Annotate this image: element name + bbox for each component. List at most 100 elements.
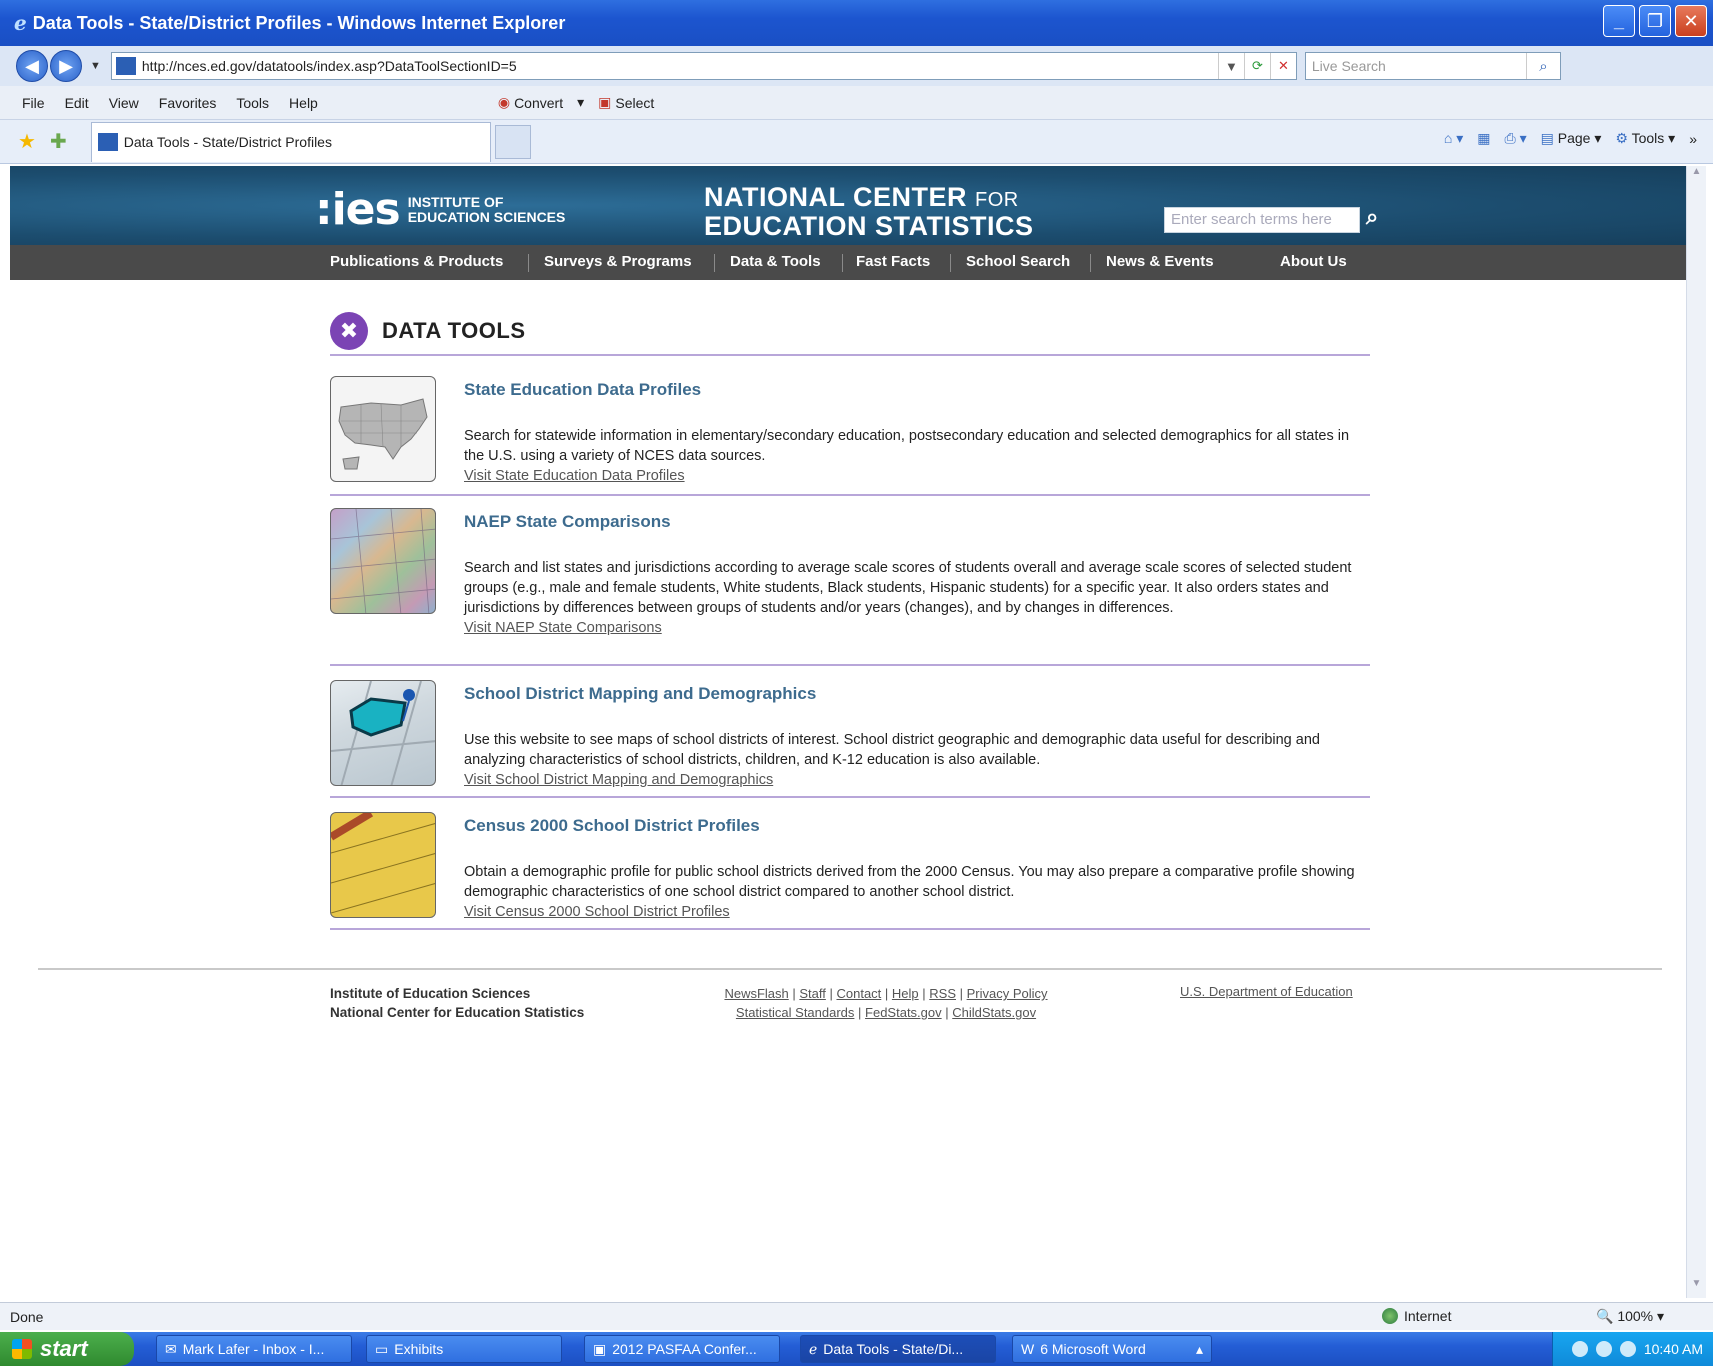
footer-link-newsflash[interactable]: NewsFlash (724, 986, 788, 1001)
taskbar-item-powerpoint[interactable]: ▣ 2012 PASFAA Confer... (584, 1335, 780, 1363)
tool-title[interactable]: NAEP State Comparisons (464, 512, 671, 532)
menu-help[interactable]: Help (289, 95, 318, 111)
network-icon[interactable] (1595, 1341, 1612, 1357)
volume-icon[interactable] (1619, 1341, 1636, 1357)
zoom-control[interactable]: 🔍 100% ▾ (1596, 1308, 1664, 1325)
menu-favorites[interactable]: Favorites (159, 95, 217, 111)
taskbar-item-exhibits[interactable]: ▭ Exhibits (366, 1335, 562, 1363)
nav-school-search[interactable]: School Search (966, 253, 1070, 270)
footer-link-fedstats[interactable]: FedStats.gov (865, 1005, 942, 1020)
gear-icon: ⚙ (1615, 130, 1628, 146)
vertical-scrollbar[interactable]: ▲ ▼ (1686, 166, 1706, 1298)
page-favicon-icon (115, 57, 136, 75)
footer-divider (38, 968, 1662, 970)
clock[interactable]: 10:40 AM (1644, 1341, 1703, 1357)
pdf-toolbar: ◉ Convert ▾ ▣ Select (498, 94, 668, 111)
nav-fast-facts[interactable]: Fast Facts (856, 253, 930, 270)
nav-publications[interactable]: Publications & Products (330, 253, 503, 270)
nces-logo[interactable]: NATIONAL CENTER FOR EDUCATION STATISTICS (704, 184, 1034, 240)
tab-data-tools[interactable]: Data Tools - State/District Profiles (90, 121, 491, 162)
tab-favicon-icon (97, 133, 118, 151)
district-map-thumbnail[interactable] (330, 680, 436, 786)
minimize-button[interactable]: _ (1603, 5, 1635, 37)
divider (330, 796, 1370, 798)
close-button[interactable]: ✕ (1675, 5, 1707, 37)
ies-logo[interactable]: :ies Institute of Education Sciences (315, 184, 565, 235)
search-icon[interactable]: ⌕ (1525, 53, 1560, 79)
globe-map-thumbnail[interactable] (330, 508, 436, 614)
footer-link-contact[interactable]: Contact (836, 986, 881, 1001)
live-search-box[interactable]: Live Search ⌕ (1304, 52, 1561, 80)
tool-link[interactable]: Visit School District Mapping and Demogr… (464, 772, 773, 788)
select-button[interactable]: Select (615, 95, 654, 111)
favorites-star-icon[interactable]: ★ (18, 129, 36, 154)
menu-file[interactable]: File (22, 95, 45, 111)
page-menu[interactable]: ▤ Page ▾ (1541, 130, 1602, 147)
footer-link-standards[interactable]: Statistical Standards (736, 1005, 855, 1020)
tool-item: School District Mapping and Demographics… (330, 680, 1370, 788)
start-button[interactable]: start (0, 1332, 134, 1366)
menu-view[interactable]: View (109, 95, 139, 111)
scroll-down-icon[interactable]: ▼ (1687, 1278, 1706, 1298)
feeds-icon[interactable]: ▦ (1477, 130, 1490, 147)
tray-arrow-icon[interactable] (1571, 1341, 1588, 1357)
scroll-up-icon[interactable]: ▲ (1687, 166, 1706, 186)
tool-link[interactable]: Visit NAEP State Comparisons (464, 620, 662, 636)
windows-flag-icon (12, 1339, 32, 1359)
taskbar-item-inbox[interactable]: ✉ Mark Lafer - Inbox - I... (156, 1335, 352, 1363)
nav-about-us[interactable]: About Us (1280, 253, 1347, 270)
ie-logo-icon: ℯ (14, 12, 27, 35)
security-zone[interactable]: Internet (1382, 1308, 1451, 1324)
tab-label: Data Tools - State/District Profiles (123, 134, 332, 150)
site-search-input[interactable]: Enter search terms here (1164, 207, 1360, 233)
nav-data-tools[interactable]: Data & Tools (730, 253, 821, 270)
print-icon[interactable]: ⎙ ▾ (1505, 130, 1527, 147)
ies-line2: Education Sciences (407, 208, 566, 225)
footer-link-help[interactable]: Help (892, 986, 919, 1001)
folder-icon: ▭ (375, 1340, 389, 1357)
restore-button[interactable]: ❐ (1639, 5, 1671, 37)
address-bar[interactable]: http://nces.ed.gov/datatools/index.asp?D… (110, 52, 1297, 80)
forward-button[interactable]: ▶ (50, 50, 82, 82)
nav-separator (528, 254, 529, 272)
url-text[interactable]: http://nces.ed.gov/datatools/index.asp?D… (142, 58, 1218, 74)
refresh-icon[interactable]: ⟳ (1243, 53, 1270, 79)
tool-title[interactable]: State Education Data Profiles (464, 380, 701, 400)
back-button[interactable]: ◀ (16, 50, 48, 82)
tool-link[interactable]: Visit Census 2000 School District Profil… (464, 904, 730, 920)
taskbar-item-ie[interactable]: ℯ Data Tools - State/Di... (800, 1335, 996, 1363)
taskbar-item-label: Exhibits (394, 1341, 444, 1357)
tool-link[interactable]: Visit State Education Data Profiles (464, 468, 685, 484)
section-header: ✖ DATA TOOLS (330, 312, 526, 350)
page-title: DATA TOOLS (382, 318, 526, 343)
home-icon[interactable]: ⌂ ▾ (1444, 130, 1463, 147)
us-map-thumbnail[interactable] (330, 376, 436, 482)
tool-title[interactable]: School District Mapping and Demographics (464, 684, 816, 704)
footer-link-rss[interactable]: RSS (929, 986, 956, 1001)
address-dropdown-icon[interactable]: ▼ (1217, 53, 1244, 79)
convert-button[interactable]: Convert (514, 95, 563, 111)
convert-dropdown-icon[interactable]: ▾ (577, 94, 584, 111)
nav-separator (950, 254, 951, 272)
chevron-more-icon[interactable]: » (1689, 131, 1697, 147)
footer-link-staff[interactable]: Staff (799, 986, 826, 1001)
menu-edit[interactable]: Edit (65, 95, 89, 111)
stop-icon[interactable]: ✕ (1269, 53, 1296, 79)
menu-tools[interactable]: Tools (236, 95, 269, 111)
command-bar: ⌂ ▾ ▦ ⎙ ▾ ▤ Page ▾ ⚙ Tools ▾ » (1444, 130, 1697, 147)
tool-title[interactable]: Census 2000 School District Profiles (464, 816, 760, 836)
nav-surveys[interactable]: Surveys & Programs (544, 253, 692, 270)
footer-link-childstats[interactable]: ChildStats.gov (952, 1005, 1036, 1020)
live-search-input[interactable]: Live Search (1312, 58, 1526, 74)
tools-menu[interactable]: ⚙ Tools ▾ (1615, 130, 1675, 147)
site-search-icon[interactable]: ⌕ (1366, 204, 1378, 230)
ie-icon: ℯ (809, 1340, 818, 1357)
add-favorites-icon[interactable]: ✚ (50, 129, 67, 154)
footer-link-privacy[interactable]: Privacy Policy (967, 986, 1048, 1001)
nav-news-events[interactable]: News & Events (1106, 253, 1214, 270)
taskbar-item-word[interactable]: W 6 Microsoft Word ▴ (1012, 1335, 1212, 1363)
history-dropdown-icon[interactable]: ▼ (90, 60, 101, 72)
new-tab-button[interactable] (494, 124, 531, 159)
census-form-thumbnail[interactable] (330, 812, 436, 918)
footer-link-ed-gov[interactable]: U.S. Department of Education (1180, 984, 1353, 999)
